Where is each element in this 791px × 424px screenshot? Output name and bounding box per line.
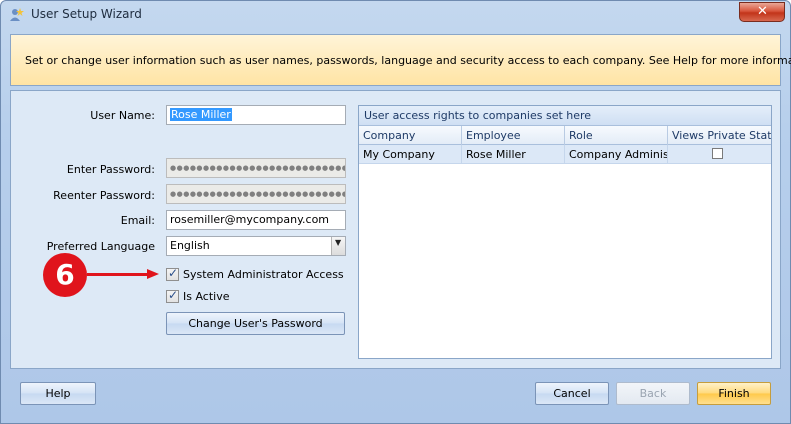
close-button[interactable]: ✕ <box>739 2 785 22</box>
table-row[interactable]: My Company Rose Miller Company Adminis..… <box>359 145 771 164</box>
language-select[interactable]: English ▼ <box>166 236 346 256</box>
reenter-password-label: Reenter Password: <box>53 189 155 202</box>
dropdown-toggle[interactable]: ▼ <box>331 237 345 255</box>
language-label: Preferred Language <box>46 240 155 253</box>
grid-header: Company Employee Role Views Private Stat… <box>359 126 771 145</box>
title-bar: User Setup Wizard ✕ <box>1 1 790 31</box>
sysadmin-checkbox[interactable]: ✓ <box>166 266 179 281</box>
change-password-button[interactable]: Change User's Password <box>166 312 345 335</box>
sysadmin-label: System Administrator Access <box>183 268 344 281</box>
column-header-views-private-stats[interactable]: Views Private Stats <box>668 126 771 145</box>
enter-password-field[interactable]: ●●●●●●●●●●●●●●●●●●●●●●●●●●● <box>166 158 346 178</box>
email-field[interactable]: rosemiller@mycompany.com <box>166 210 346 230</box>
active-checkbox[interactable]: ✓ <box>166 288 179 303</box>
banner-text: Set or change user information such as u… <box>25 54 791 67</box>
cancel-button[interactable]: Cancel <box>535 382 609 405</box>
cell-views-private-stats <box>668 145 771 163</box>
reenter-password-field[interactable]: ●●●●●●●●●●●●●●●●●●●●●●●●●●● <box>166 184 346 204</box>
grid-caption: User access rights to companies set here <box>359 106 771 126</box>
column-header-company[interactable]: Company <box>359 126 462 145</box>
language-value: English <box>170 239 210 252</box>
enter-password-label: Enter Password: <box>66 163 155 176</box>
close-icon: ✕ <box>757 4 768 19</box>
column-header-employee[interactable]: Employee <box>462 126 565 145</box>
finish-button[interactable]: Finish <box>697 382 771 405</box>
back-button[interactable]: Back <box>616 382 690 405</box>
annotation-arrow-head-icon <box>147 269 159 279</box>
info-banner: Set or change user information such as u… <box>10 34 791 86</box>
user-name-label: User Name: <box>90 109 155 122</box>
cell-role: Company Adminis... <box>565 145 668 163</box>
active-checkbox-row[interactable]: ✓ Is Active <box>166 288 266 305</box>
window-title: User Setup Wizard <box>31 7 142 21</box>
column-header-role[interactable]: Role <box>565 126 668 145</box>
active-label: Is Active <box>183 290 230 303</box>
views-private-stats-checkbox[interactable] <box>712 148 723 159</box>
help-button[interactable]: Help <box>20 382 96 405</box>
cell-employee: Rose Miller <box>462 145 565 163</box>
user-name-value: Rose Miller <box>170 108 232 121</box>
cell-company: My Company <box>359 145 462 163</box>
annotation-arrow-line <box>87 273 149 276</box>
email-label: Email: <box>120 214 155 227</box>
wizard-window: User Setup Wizard ✕ Set or change user i… <box>0 0 791 424</box>
checkmark-icon: ✓ <box>168 288 179 302</box>
step-number-badge: 6 <box>43 253 87 297</box>
sysadmin-checkbox-row[interactable]: ✓ System Administrator Access <box>166 266 344 283</box>
user-name-field[interactable]: Rose Miller <box>166 105 346 125</box>
user-wizard-icon <box>10 8 24 21</box>
checkmark-icon: ✓ <box>168 266 179 280</box>
company-access-grid: User access rights to companies set here… <box>358 105 772 359</box>
chevron-down-icon: ▼ <box>335 238 342 247</box>
